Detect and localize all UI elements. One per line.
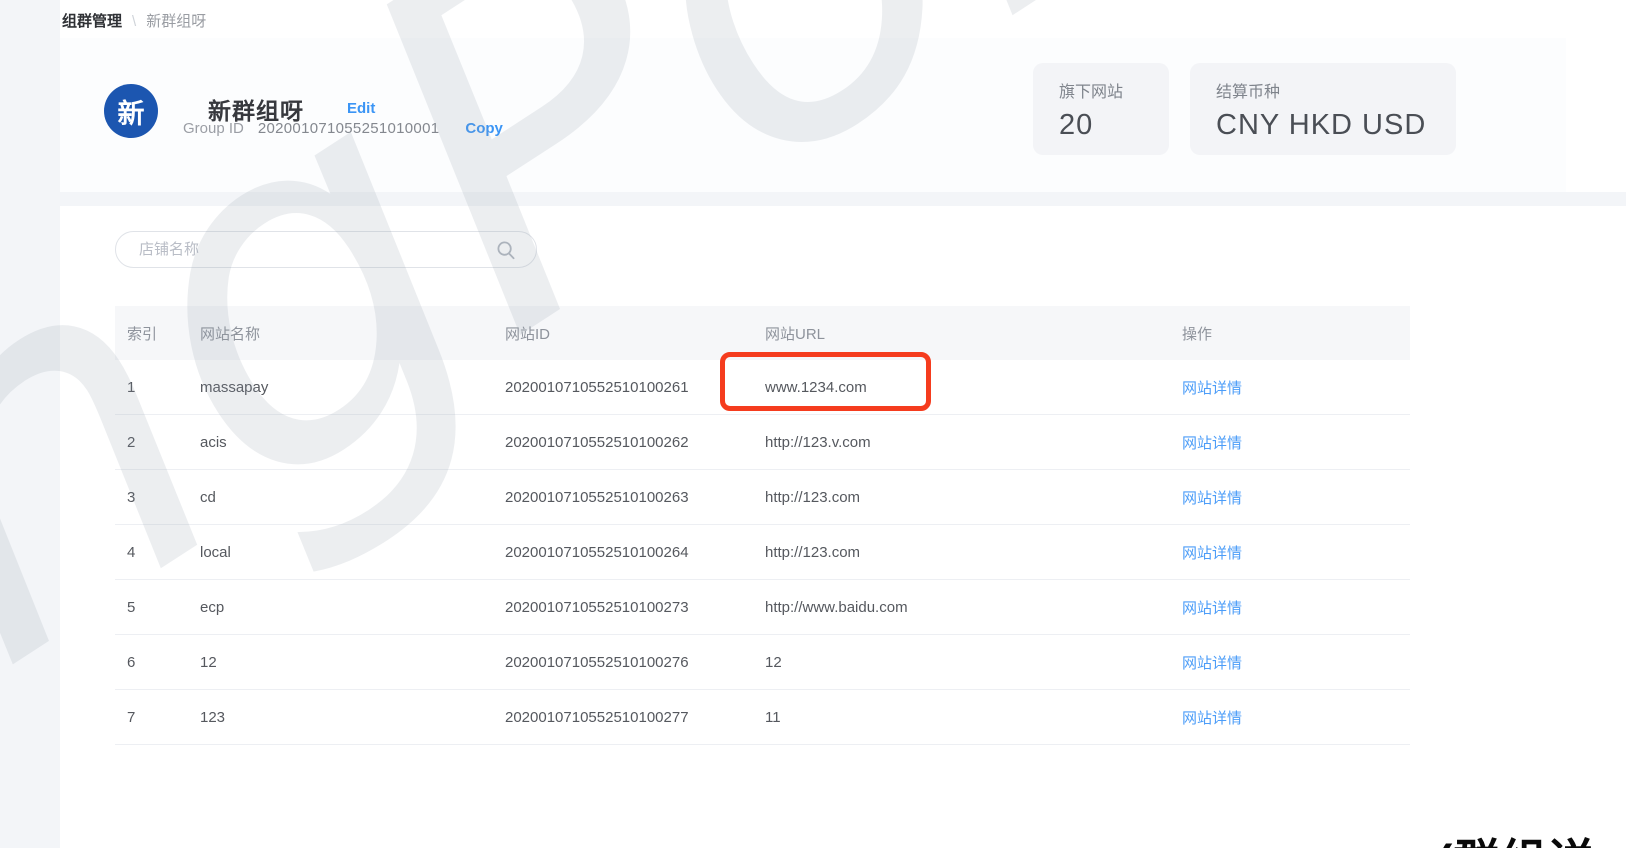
- table-row: 3cd2020010710552510100263http://123.com网…: [115, 470, 1410, 525]
- website-detail-link[interactable]: 网站详情: [1182, 600, 1242, 617]
- cell-id: 2020010710552510100264: [505, 544, 765, 561]
- col-header-name: 网站名称: [200, 323, 505, 344]
- cell-index: 7: [115, 709, 200, 726]
- col-header-url: 网站URL: [765, 323, 1182, 344]
- cell-index: 3: [115, 489, 200, 506]
- edit-button[interactable]: Edit: [347, 100, 375, 117]
- website-detail-link[interactable]: 网站详情: [1182, 710, 1242, 727]
- breadcrumb-current: 新群组呀: [146, 13, 206, 30]
- left-gutter: [0, 0, 60, 848]
- cell-id: 2020010710552510100263: [505, 489, 765, 506]
- breadcrumb-separator: \: [132, 13, 136, 30]
- cell-id: 2020010710552510100273: [505, 599, 765, 616]
- table-row: 2acis2020010710552510100262http://123.v.…: [115, 415, 1410, 470]
- breadcrumb-root[interactable]: 组群管理: [62, 13, 122, 30]
- cell-name: cd: [200, 489, 505, 506]
- cell-url: www.1234.com: [765, 379, 1182, 396]
- cell-url: http://123.com: [765, 544, 1182, 561]
- website-detail-link[interactable]: 网站详情: [1182, 545, 1242, 562]
- cell-url: http://123.com: [765, 489, 1182, 506]
- col-header-id: 网站ID: [505, 323, 765, 344]
- website-detail-link[interactable]: 网站详情: [1182, 380, 1242, 397]
- stat-value: CNY HKD USD: [1216, 109, 1430, 142]
- cell-name: massapay: [200, 379, 505, 396]
- table-header-row: 索引 网站名称 网站ID 网站URL 操作: [115, 306, 1410, 360]
- cell-index: 5: [115, 599, 200, 616]
- search-icon[interactable]: [496, 240, 536, 260]
- website-table: 索引 网站名称 网站ID 网站URL 操作 1massapay202001071…: [115, 306, 1410, 745]
- cell-name: acis: [200, 434, 505, 451]
- cell-index: 1: [115, 379, 200, 396]
- search-input[interactable]: [116, 241, 496, 258]
- group-header-card: 新 新群组呀 Edit Group ID20200107105525101000…: [60, 38, 1566, 192]
- cell-name: 12: [200, 654, 505, 671]
- website-detail-link[interactable]: 网站详情: [1182, 655, 1242, 672]
- cell-url: 11: [765, 709, 1182, 726]
- group-id-value: 202001071055251010001: [258, 120, 440, 137]
- page: IngPor 组群管理\新群组呀 新 新群组呀 Edit Group ID202…: [0, 0, 1626, 848]
- group-avatar: 新: [104, 84, 158, 138]
- breadcrumb: 组群管理 \ 新群组呀: [62, 10, 206, 31]
- stat-label: 旗下网站: [1059, 78, 1143, 102]
- table-row: 7123202001071055251010027711网站详情: [115, 690, 1410, 745]
- stat-card-currencies: 结算币种 CNY HKD USD: [1190, 63, 1456, 155]
- cell-id: 2020010710552510100262: [505, 434, 765, 451]
- search-box: [115, 231, 537, 268]
- website-detail-link[interactable]: 网站详情: [1182, 435, 1242, 452]
- cell-name: 123: [200, 709, 505, 726]
- table-row: 612202001071055251010027612网站详情: [115, 635, 1410, 690]
- stat-label: 结算币种: [1216, 78, 1430, 102]
- cell-url: 12: [765, 654, 1182, 671]
- stat-card-websites: 旗下网站 20: [1033, 63, 1169, 155]
- section-divider: [60, 192, 1626, 206]
- website-detail-link[interactable]: 网站详情: [1182, 490, 1242, 507]
- cell-url: http://123.v.com: [765, 434, 1182, 451]
- cell-url: http://www.baidu.com: [765, 599, 1182, 616]
- group-id-label: Group ID: [183, 120, 244, 137]
- copy-button[interactable]: Copy: [465, 120, 503, 137]
- cell-id: 2020010710552510100276: [505, 654, 765, 671]
- col-header-action: 操作: [1182, 323, 1410, 344]
- table-row: 4local2020010710552510100264http://123.c…: [115, 525, 1410, 580]
- table-body: 1massapay2020010710552510100261www.1234.…: [115, 360, 1410, 745]
- cell-id: 2020010710552510100277: [505, 709, 765, 726]
- cell-name: local: [200, 544, 505, 561]
- cell-name: ecp: [200, 599, 505, 616]
- website-list-card: 索引 网站名称 网站ID 网站URL 操作 1massapay202001071…: [60, 206, 1626, 848]
- stat-value: 20: [1059, 109, 1143, 142]
- annotation-note: (群组详: [1437, 825, 1594, 848]
- cell-id: 2020010710552510100261: [505, 379, 765, 396]
- col-header-index: 索引: [115, 323, 200, 344]
- cell-index: 2: [115, 434, 200, 451]
- group-id-row: Group ID 202001071055251010001 Copy: [183, 120, 503, 137]
- cell-index: 4: [115, 544, 200, 561]
- table-row: 5ecp2020010710552510100273http://www.bai…: [115, 580, 1410, 635]
- cell-index: 6: [115, 654, 200, 671]
- table-row: 1massapay2020010710552510100261www.1234.…: [115, 360, 1410, 415]
